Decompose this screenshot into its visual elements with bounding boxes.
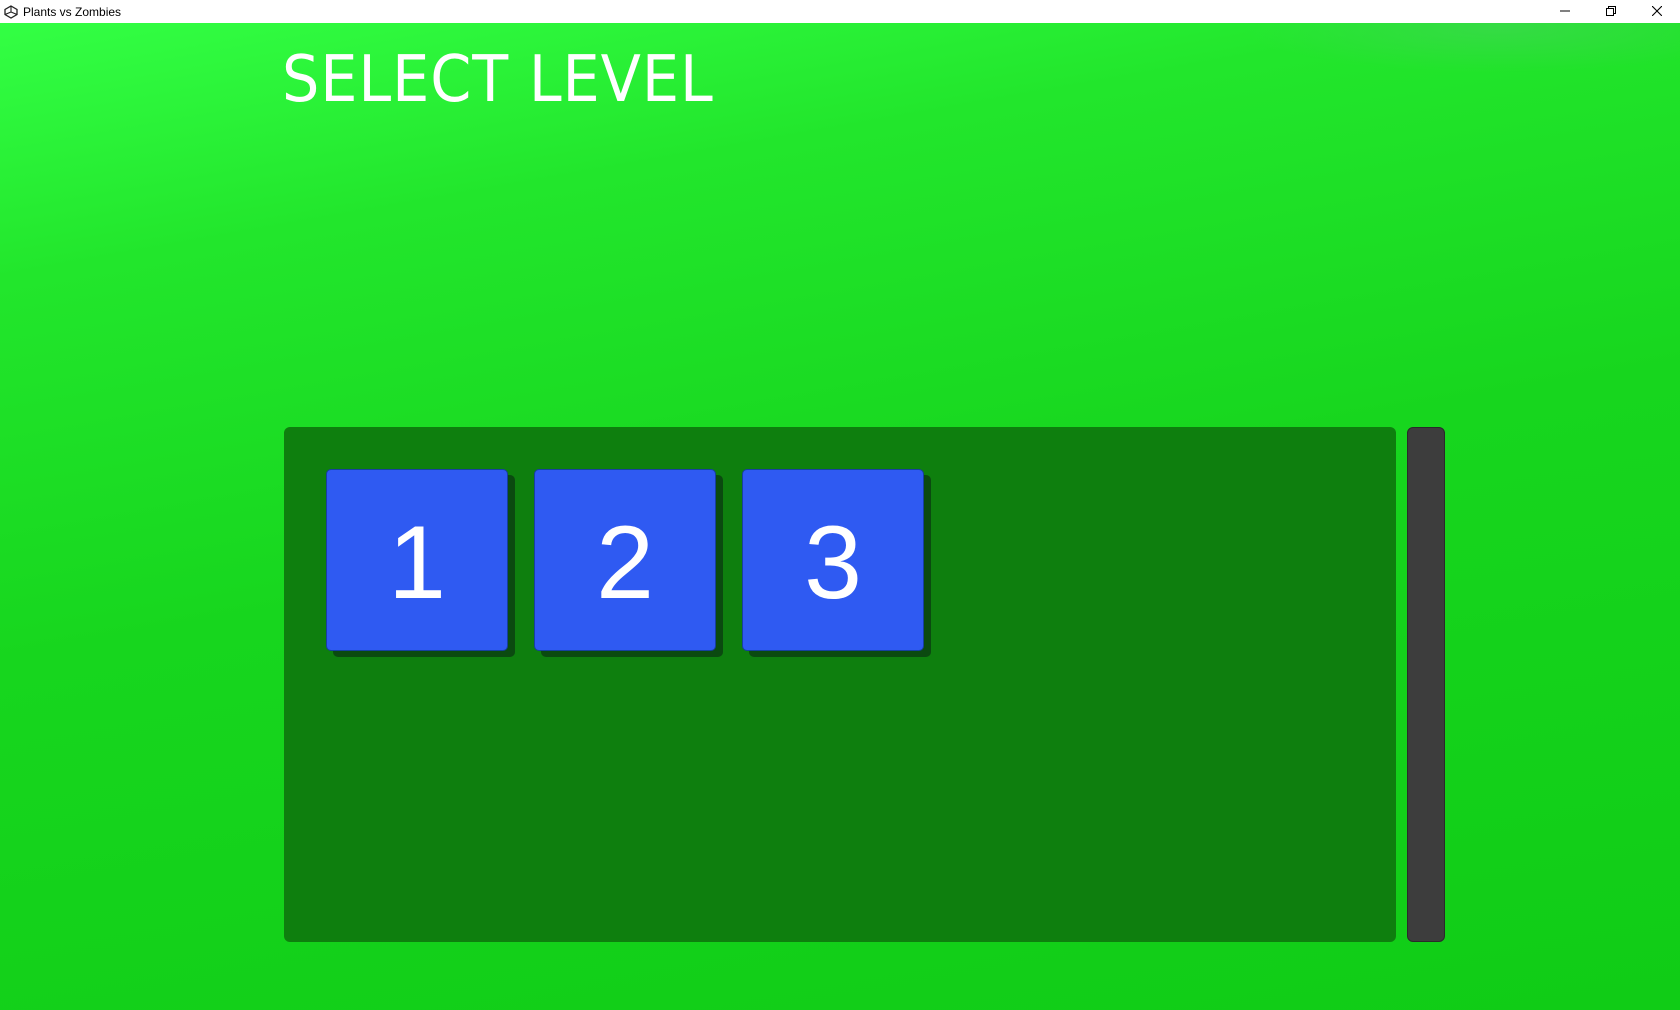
level-number: 2	[596, 505, 654, 621]
restore-button[interactable]	[1588, 0, 1634, 23]
close-icon	[1651, 3, 1663, 21]
page-title: SELECT LEVEL	[282, 43, 714, 117]
level-button-1[interactable]: 1	[326, 469, 508, 651]
minimize-icon	[1560, 3, 1570, 21]
level-number: 3	[804, 505, 862, 621]
window-title: Plants vs Zombies	[23, 4, 122, 19]
unity-icon	[3, 4, 19, 20]
vertical-scrollbar[interactable]	[1407, 427, 1445, 942]
close-button[interactable]	[1634, 0, 1680, 23]
window-controls	[1542, 0, 1680, 23]
level-button-3[interactable]: 3	[742, 469, 924, 651]
title-bar[interactable]: Plants vs Zombies	[0, 0, 1680, 23]
app-window: Plants vs Zombies SELECT LEVEL 1 2 3	[0, 0, 1680, 1010]
level-list-panel[interactable]: 1 2 3	[284, 427, 1396, 942]
level-grid: 1 2 3	[326, 469, 924, 651]
level-button-2[interactable]: 2	[534, 469, 716, 651]
level-number: 1	[388, 505, 446, 621]
background-glow	[1240, 23, 1680, 73]
restore-icon	[1606, 3, 1616, 21]
minimize-button[interactable]	[1542, 0, 1588, 23]
